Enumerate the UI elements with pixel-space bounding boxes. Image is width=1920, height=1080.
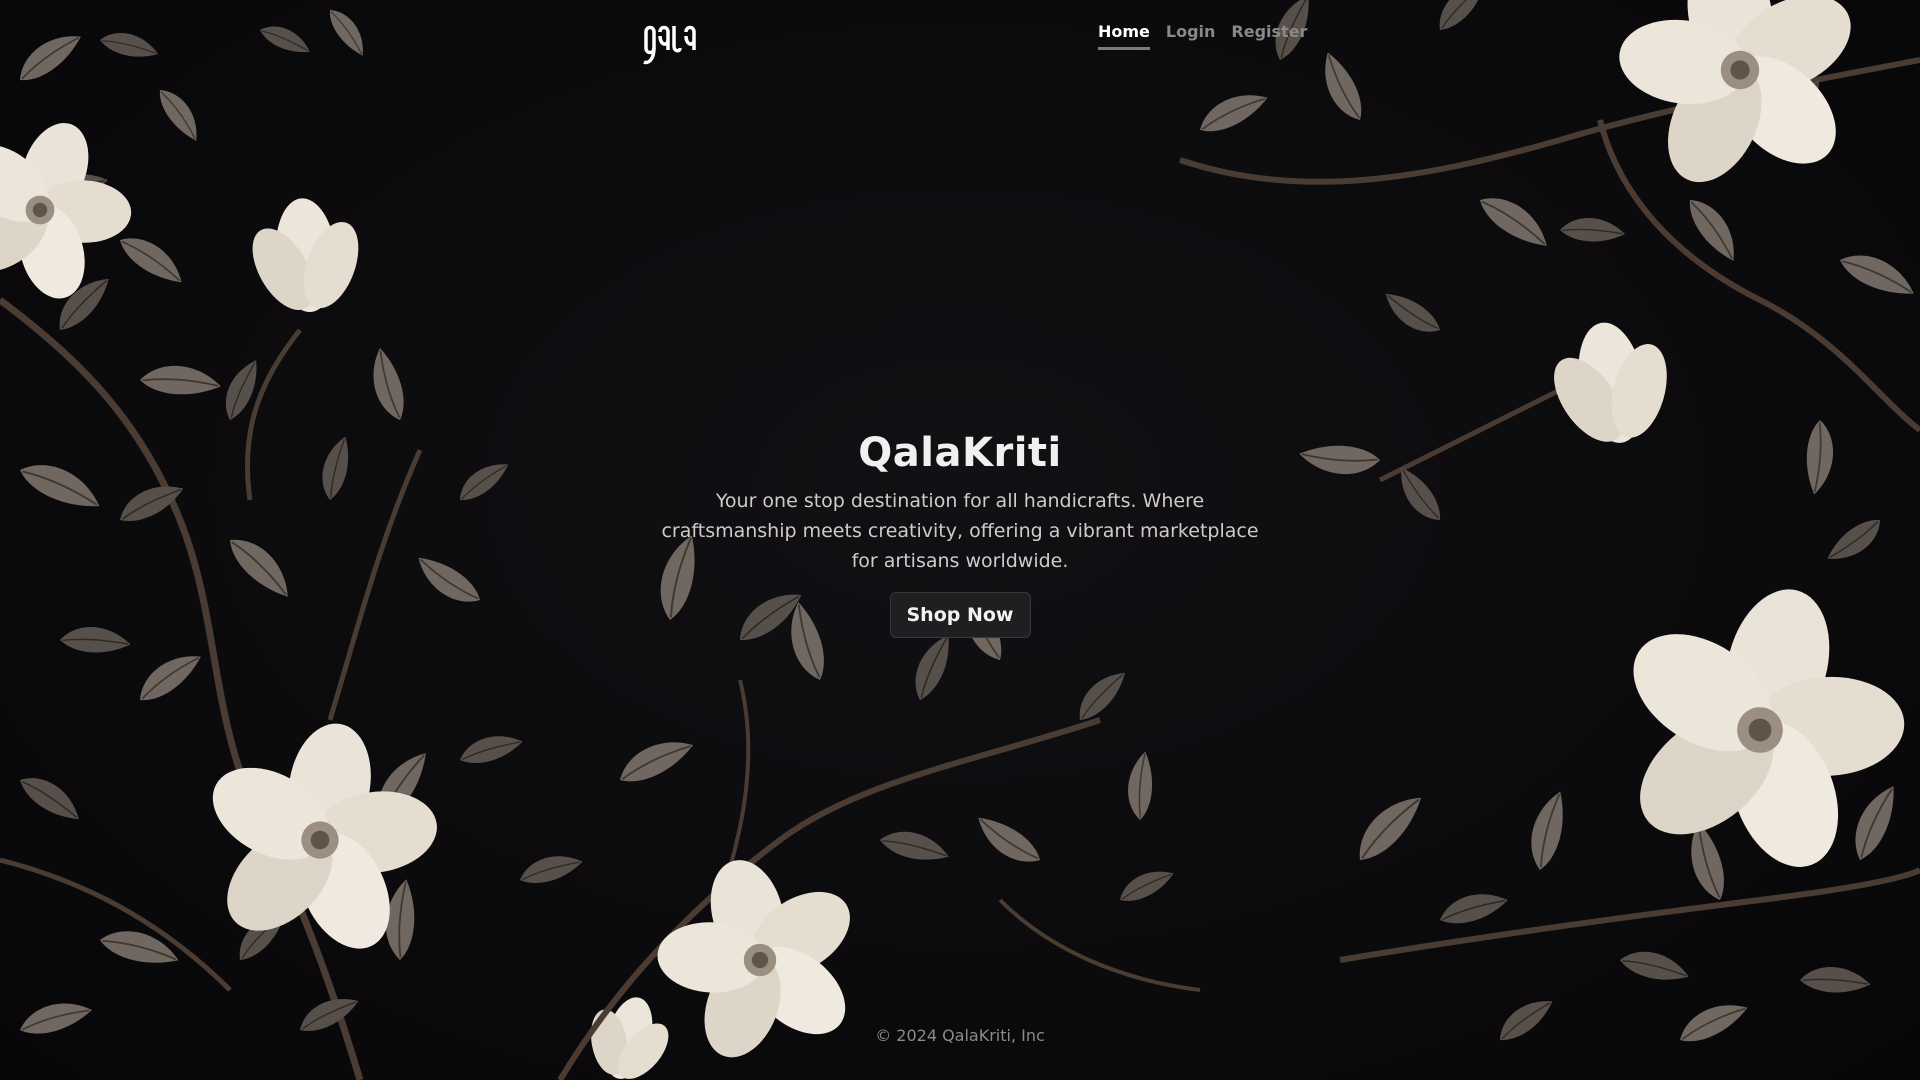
nav-link-home[interactable]: Home (1098, 22, 1150, 50)
top-navbar: Home Login Register (0, 0, 1920, 90)
main-nav: Home Login Register (1098, 22, 1307, 50)
hero-subtitle: Your one stop destination for all handic… (661, 490, 1259, 572)
hero-section: QalaKriti Your one stop destination for … (0, 430, 1920, 638)
qala-logo-icon[interactable] (640, 22, 702, 68)
shop-now-button[interactable]: Shop Now (889, 592, 1031, 638)
nav-link-register[interactable]: Register (1231, 22, 1307, 50)
nav-link-login[interactable]: Login (1166, 22, 1216, 50)
footer-copyright: © 2024 QalaKriti, Inc (875, 1026, 1045, 1045)
hero-title: QalaKriti (858, 430, 1062, 476)
page: Home Login Register QalaKriti Your one s… (0, 0, 1920, 1080)
